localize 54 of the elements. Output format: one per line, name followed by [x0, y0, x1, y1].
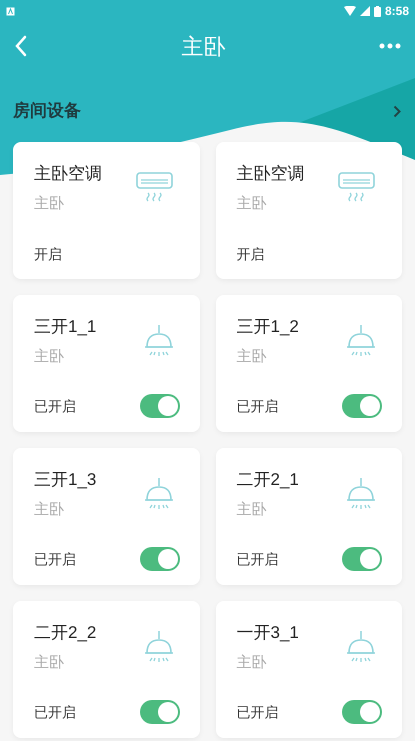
status-label: 已开启 — [236, 550, 278, 568]
page-title: 主卧 — [182, 32, 226, 60]
status-label: 已开启 — [34, 396, 76, 416]
toggle-switch[interactable] — [140, 700, 180, 724]
back-icon[interactable] — [14, 35, 28, 57]
chevron-right-icon[interactable] — [393, 104, 401, 118]
room-label: 主卧 — [34, 500, 65, 520]
device-card[interactable]: 三开1_3 主卧 已开启 — [13, 448, 200, 585]
device-name: 主卧空调 — [236, 163, 304, 185]
status-time: 8:58 — [384, 3, 409, 20]
status-label: 开启 — [236, 245, 264, 264]
signal-icon — [360, 6, 370, 16]
device-name: 二开2_1 — [236, 469, 299, 491]
device-card[interactable]: 二开2_2 主卧 已开启 — [13, 601, 200, 738]
device-card[interactable]: 二开2_1 主卧 已开启 — [216, 448, 402, 585]
device-card[interactable]: 主卧空调 主卧 开启 — [13, 142, 200, 279]
ceiling-lamp-icon — [346, 478, 376, 512]
status-label: 已开启 — [236, 396, 278, 416]
toggle-switch[interactable] — [140, 394, 180, 418]
room-label: 主卧 — [236, 500, 268, 520]
section-title: 房间设备 — [13, 100, 81, 122]
toggle-switch[interactable] — [140, 547, 180, 571]
ceiling-lamp-icon — [346, 631, 376, 665]
ceiling-lamp-icon — [144, 478, 174, 512]
room-label: 主卧 — [236, 347, 268, 367]
device-card[interactable]: 三开1_2 主卧 已开启 — [216, 295, 402, 432]
device-name: 二开2_2 — [34, 622, 96, 644]
device-card[interactable]: 主卧空调 主卧 开启 — [216, 142, 402, 279]
device-name: 三开1_1 — [34, 316, 96, 338]
device-card[interactable]: 一开3_1 主卧 已开启 — [216, 601, 402, 738]
ceiling-lamp-icon — [144, 631, 174, 665]
device-name: 三开1_2 — [236, 316, 299, 338]
toggle-switch[interactable] — [342, 394, 382, 418]
ceiling-lamp-icon — [144, 325, 174, 359]
status-label: 开启 — [34, 245, 62, 264]
room-label: 主卧 — [236, 653, 268, 673]
air-conditioner-icon — [136, 172, 174, 204]
device-name: 主卧空调 — [34, 163, 102, 185]
status-label: 已开启 — [236, 702, 278, 722]
status-label: 已开启 — [34, 702, 76, 722]
device-card[interactable]: 三开1_1 主卧 已开启 — [13, 295, 200, 432]
status-label: 已开启 — [34, 550, 76, 568]
air-conditioner-icon — [338, 172, 376, 204]
device-name: 三开1_3 — [34, 469, 96, 491]
room-label: 主卧 — [34, 347, 65, 367]
room-label: 主卧 — [236, 194, 268, 214]
room-label: 主卧 — [34, 194, 65, 214]
room-label: 主卧 — [34, 653, 65, 673]
toggle-switch[interactable] — [342, 700, 382, 724]
wifi-icon — [344, 6, 356, 16]
device-name: 一开3_1 — [236, 622, 299, 644]
ceiling-lamp-icon — [346, 325, 376, 359]
toggle-switch[interactable] — [342, 547, 382, 571]
more-icon[interactable] — [379, 43, 401, 49]
